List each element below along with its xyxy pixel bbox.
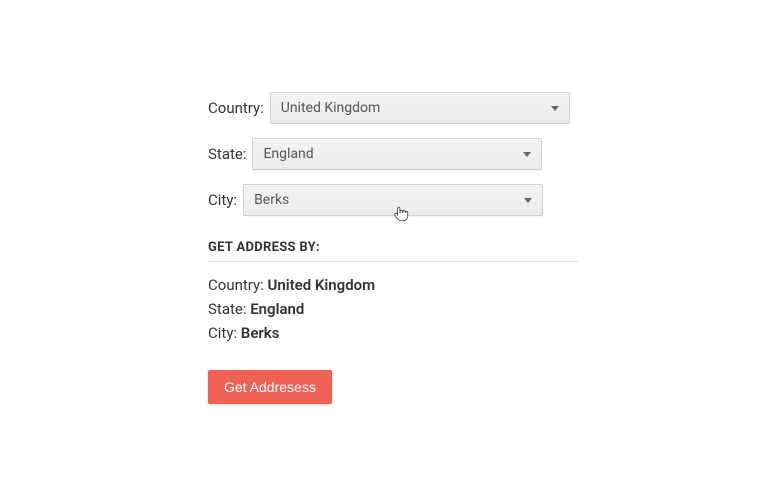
city-label: City:	[208, 191, 237, 209]
summary-country-label: Country:	[208, 276, 264, 294]
address-form: Country: United Kingdom State: England C…	[208, 92, 578, 404]
summary-city: City: Berks	[208, 324, 578, 342]
state-row: State: England	[208, 138, 578, 170]
country-select-value: United Kingdom	[281, 100, 381, 116]
summary-city-value: Berks	[241, 324, 280, 342]
section-title: GET ADDRESS BY:	[208, 240, 578, 255]
state-select-value: England	[263, 146, 313, 162]
state-label: State:	[208, 145, 246, 163]
country-row: Country: United Kingdom	[208, 92, 578, 124]
chevron-down-icon	[524, 198, 532, 203]
summary-country-value: United Kingdom	[267, 276, 375, 294]
summary-country: Country: United Kingdom	[208, 276, 578, 294]
chevron-down-icon	[551, 106, 559, 111]
get-addresses-button[interactable]: Get Addresess	[208, 370, 332, 404]
summary-state: State: England	[208, 300, 578, 318]
summary-city-label: City:	[208, 324, 237, 342]
city-row: City: Berks	[208, 184, 578, 216]
divider	[208, 261, 578, 262]
chevron-down-icon	[523, 152, 531, 157]
country-label: Country:	[208, 99, 264, 117]
summary-state-value: England	[250, 300, 304, 318]
country-select[interactable]: United Kingdom	[270, 92, 570, 124]
summary-state-label: State:	[208, 300, 246, 318]
city-select-value: Berks	[254, 192, 289, 208]
city-select[interactable]: Berks	[243, 184, 543, 216]
state-select[interactable]: England	[252, 138, 542, 170]
